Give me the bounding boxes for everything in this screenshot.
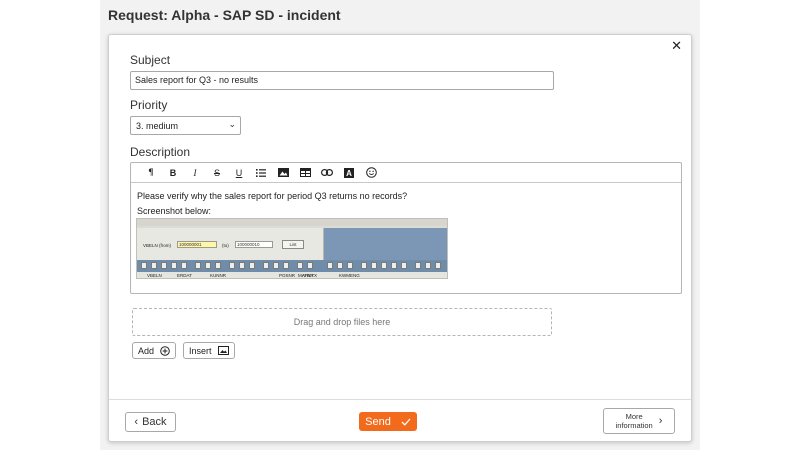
description-line: Screenshot below:	[137, 206, 212, 216]
sap-tool-icon	[195, 262, 201, 269]
image-icon[interactable]	[272, 165, 294, 181]
sap-tool-icon	[371, 262, 377, 269]
paragraph-icon[interactable]: ¶	[140, 165, 162, 181]
priority-value: 3. medium	[136, 121, 179, 131]
sap-tool-icon	[391, 262, 397, 269]
sap-column: KWMENG	[339, 273, 360, 278]
sap-tool-icon	[171, 262, 177, 269]
sap-tool-icon	[337, 262, 343, 269]
bold-icon[interactable]: B	[162, 165, 184, 181]
link-icon[interactable]	[316, 165, 338, 181]
italic-icon[interactable]: I	[184, 165, 206, 181]
add-button[interactable]: Add	[132, 342, 177, 359]
sap-tool-icon	[425, 262, 431, 269]
sap-titlebar	[137, 219, 447, 226]
page-title: Request: Alpha - SAP SD - incident	[108, 7, 341, 23]
priority-select[interactable]: 3. medium ⌄	[130, 116, 241, 135]
chevron-right-icon: ›	[658, 415, 663, 427]
send-button[interactable]: Send	[359, 412, 417, 431]
sap-tool-icon	[327, 262, 333, 269]
table-icon[interactable]	[294, 165, 316, 181]
plus-circle-icon	[160, 345, 170, 356]
strikethrough-icon[interactable]: S	[206, 165, 228, 181]
sap-tool-icon	[347, 262, 353, 269]
insert-button[interactable]: Insert	[183, 342, 235, 359]
sap-tool-icon	[141, 262, 147, 269]
sap-vbeln-from-label: VBELN (from)	[143, 243, 172, 248]
chevron-left-icon: ‹	[134, 416, 139, 428]
sap-tool-icon	[161, 262, 167, 269]
sap-tool-icon	[151, 262, 157, 269]
sap-tool-icon	[229, 262, 235, 269]
more-line: More	[625, 412, 643, 421]
sap-column: ARKTX	[302, 273, 318, 278]
list-icon[interactable]	[250, 165, 272, 181]
chevron-down-icon: ⌄	[228, 119, 236, 129]
sap-tool-icon	[415, 262, 421, 269]
priority-label: Priority	[130, 98, 168, 112]
sap-column: POSNR	[279, 273, 296, 278]
subject-input[interactable]: Sales report for Q3 - no results	[130, 71, 554, 90]
footer-divider	[109, 399, 691, 400]
sap-tool-icon	[239, 262, 245, 269]
sap-background	[324, 228, 447, 260]
emoji-icon[interactable]	[360, 165, 382, 181]
sap-tool-icon	[273, 262, 279, 269]
sap-tool-icon	[361, 262, 367, 269]
image-icon	[217, 346, 229, 355]
sap-tool-icon	[205, 262, 211, 269]
sap-tool-icon	[307, 262, 313, 269]
underline-icon[interactable]: U	[228, 165, 250, 181]
sap-column: KUNNR	[210, 273, 227, 278]
check-icon	[401, 418, 411, 426]
request-dialog: ✕ Subject Sales report for Q3 - no resul…	[108, 34, 692, 442]
insert-label: Insert	[189, 345, 212, 356]
sap-tool-icon	[297, 262, 303, 269]
sap-to-label: (to)	[222, 243, 229, 248]
sap-tool-icon	[263, 262, 269, 269]
close-icon[interactable]: ✕	[671, 39, 682, 54]
svg-text:A: A	[346, 169, 352, 178]
sap-tool-icon	[215, 262, 221, 269]
more-information-label: More information	[616, 412, 653, 430]
description-editor[interactable]: ¶ B I S U A Please verify why the sales …	[130, 162, 682, 294]
editor-toolbar: ¶ B I S U A	[131, 163, 681, 183]
file-dropzone[interactable]: Drag and drop files here	[132, 308, 552, 336]
sap-column: ERDAT	[177, 273, 192, 278]
sap-tool-icon	[249, 262, 255, 269]
description-label: Description	[130, 145, 191, 159]
back-button[interactable]: ‹ Back	[125, 412, 176, 432]
sap-tool-icon	[435, 262, 441, 269]
more-line: information	[615, 421, 653, 430]
sap-tool-icon	[283, 262, 289, 269]
description-line: Please verify why the sales report for p…	[137, 191, 408, 201]
add-label: Add	[138, 345, 155, 356]
back-label: Back	[142, 416, 167, 428]
sap-to-field: 100000010	[235, 241, 273, 248]
sap-list-button: List	[282, 240, 304, 249]
sap-column: VBELN	[147, 273, 162, 278]
subject-label: Subject	[130, 53, 171, 67]
more-information-button[interactable]: More information ›	[603, 408, 675, 434]
send-label: Send	[365, 415, 391, 428]
sap-tool-icon	[381, 262, 387, 269]
sap-tool-icon	[181, 262, 187, 269]
sap-vbeln-from-field: 100000001	[177, 241, 217, 248]
sap-tool-icon	[401, 262, 407, 269]
embedded-screenshot: VBELN (from) 100000001 (to) 100000010 Li…	[136, 218, 448, 279]
text-color-icon[interactable]: A	[338, 165, 360, 181]
